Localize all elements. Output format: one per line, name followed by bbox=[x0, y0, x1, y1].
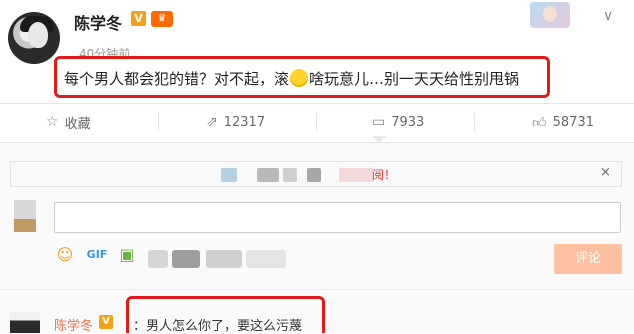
favorite-button[interactable]: ☆ 收藏 bbox=[46, 111, 91, 133]
like-button[interactable]: 👍︎ 58731 bbox=[532, 111, 594, 133]
divider bbox=[316, 113, 317, 131]
thumbs-up-icon: 👍︎ bbox=[532, 114, 547, 131]
star-icon: ☆ bbox=[46, 114, 59, 130]
emoji-icon[interactable]: ☺ bbox=[54, 245, 76, 265]
member-crown-icon: ♛ bbox=[151, 11, 173, 27]
post-text-part1: 每个男人都会犯的错？对不起，滚 bbox=[64, 70, 290, 88]
blurred-option bbox=[172, 250, 200, 268]
current-user-avatar bbox=[14, 200, 36, 232]
favorite-label: 收藏 bbox=[64, 116, 91, 132]
post-text: 每个男人都会犯的错？对不起，滚 啥玩意儿…别一天天给性别甩锅 bbox=[64, 68, 519, 89]
comment-count: 7933 bbox=[391, 114, 425, 130]
comment-button[interactable]: ▭ 7933 bbox=[372, 111, 424, 133]
chevron-down-icon[interactable]: ∨ bbox=[603, 8, 613, 24]
blurred-option bbox=[148, 250, 168, 268]
verified-badge-icon: V bbox=[131, 11, 146, 26]
notice-text[interactable]: 阅！ bbox=[372, 166, 396, 183]
comment-icon: ▭ bbox=[372, 114, 386, 130]
divider bbox=[158, 113, 159, 131]
blurred-option bbox=[246, 250, 286, 268]
reply-username[interactable]: 陈学冬 bbox=[54, 315, 93, 334]
divider bbox=[0, 103, 634, 104]
reply-text: ：男人怎么你了，要这么污蔑 bbox=[133, 319, 303, 334]
repost-icon: ⇗ bbox=[206, 114, 218, 130]
submit-comment-button[interactable]: 评论 bbox=[554, 244, 622, 274]
post-text-part2: 啥玩意儿…别一天天给性别甩锅 bbox=[309, 70, 520, 88]
comment-input[interactable] bbox=[54, 202, 621, 233]
verified-badge-icon: V bbox=[99, 315, 113, 329]
repost-button[interactable]: ⇗ 12317 bbox=[206, 111, 265, 133]
repost-count: 12317 bbox=[223, 114, 266, 130]
blurred-option bbox=[206, 250, 242, 268]
reply-avatar[interactable] bbox=[10, 312, 40, 333]
smile-emoji-icon bbox=[290, 69, 309, 87]
comment-pointer bbox=[372, 136, 386, 143]
gif-icon[interactable]: GIF bbox=[86, 245, 108, 265]
header-avatar-image bbox=[530, 2, 570, 28]
close-icon[interactable]: × bbox=[600, 165, 611, 180]
like-count: 58731 bbox=[552, 114, 594, 130]
divider bbox=[474, 113, 475, 131]
divider bbox=[0, 289, 634, 290]
image-icon[interactable]: ▣ bbox=[116, 245, 138, 265]
user-avatar[interactable] bbox=[8, 12, 60, 64]
post-username[interactable]: 陈学冬 bbox=[74, 10, 122, 34]
notice-bar bbox=[10, 161, 622, 187]
